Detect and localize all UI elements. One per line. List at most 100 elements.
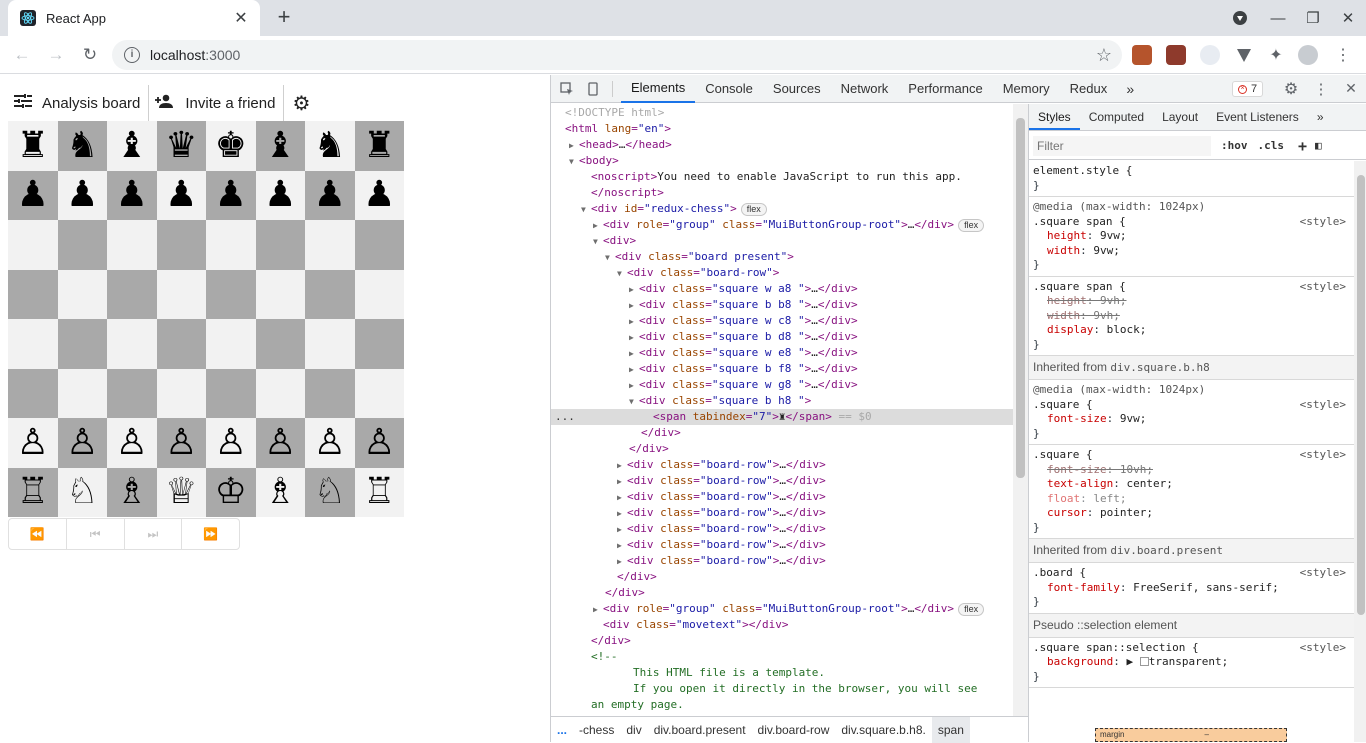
breadcrumb-item[interactable]: div.board.present <box>648 723 752 737</box>
dom-node[interactable]: ▼ <div id="redux-chess"> flex <box>551 201 1013 217</box>
square-a7[interactable]: ♟ <box>8 170 58 220</box>
dom-node[interactable]: ▶ <div role="group" class="MuiButtonGroup… <box>551 217 1013 233</box>
dom-node[interactable]: ▶ <div class="square b d8 ">…</div> <box>551 329 1013 345</box>
inspect-element-icon[interactable] <box>554 75 580 103</box>
dom-node[interactable]: </noscript> <box>551 185 1013 201</box>
dom-node[interactable]: ▶ <div class="square w g8 ">…</div> <box>551 377 1013 393</box>
square-e7[interactable]: ♟ <box>206 170 256 220</box>
dom-node[interactable]: <div class="movetext"></div> <box>551 617 1013 633</box>
tab-performance[interactable]: Performance <box>898 75 992 103</box>
error-count-badge[interactable]: × 7 <box>1232 81 1264 97</box>
class-toggle-button[interactable]: .cls <box>1258 139 1285 152</box>
dom-node[interactable]: ▶ <div class="board-row">…</div> <box>551 553 1013 569</box>
square-f1[interactable]: ♗ <box>255 467 305 517</box>
dom-node[interactable]: ▼ <div class="board present"> <box>551 249 1013 265</box>
dom-node[interactable]: ▼ <div> <box>551 233 1013 249</box>
device-toolbar-icon[interactable] <box>580 75 606 103</box>
dom-node[interactable]: an empty page. <box>551 697 1013 713</box>
square-a2[interactable]: ♙ <box>8 418 58 468</box>
elements-scrollbar[interactable] <box>1013 104 1028 716</box>
square-d2[interactable]: ♙ <box>156 418 206 468</box>
dom-node[interactable]: This HTML file is a template. <box>551 665 1013 681</box>
square-h8[interactable]: ♜ <box>354 121 404 171</box>
square-d5[interactable] <box>156 269 206 319</box>
style-origin-link[interactable]: <style> <box>1300 215 1346 230</box>
minimize-icon[interactable]: — <box>1260 0 1296 36</box>
breadcrumb-overflow-icon[interactable]: ... <box>551 723 573 737</box>
styles-filter-input[interactable] <box>1033 135 1211 156</box>
square-d1[interactable]: ♕ <box>156 467 206 517</box>
dom-node-selected[interactable]: ... <span tabindex="7">♜</span> == $0 <box>551 409 1013 425</box>
dom-node[interactable]: ▶ <div class="square w c8 ">…</div> <box>551 313 1013 329</box>
address-bar[interactable]: i localhost:3000 ☆ <box>112 40 1122 70</box>
prev-move-button[interactable]: ⏮ <box>67 519 125 549</box>
reload-icon[interactable]: ↻ <box>78 43 102 67</box>
analysis-board-button[interactable]: Analysis board <box>8 85 150 121</box>
last-move-button[interactable]: ⏩ <box>182 519 239 549</box>
square-d3[interactable] <box>156 368 206 418</box>
square-b7[interactable]: ♟ <box>57 170 107 220</box>
square-c1[interactable]: ♗ <box>107 467 157 517</box>
square-f4[interactable] <box>255 319 305 369</box>
square-c8[interactable]: ♝ <box>107 121 157 171</box>
dom-node[interactable]: ▼ <div class="square b h8 "> <box>551 393 1013 409</box>
square-c6[interactable] <box>107 220 157 270</box>
square-h1[interactable]: ♖ <box>354 467 404 517</box>
next-move-button[interactable]: ⏭ <box>125 519 183 549</box>
square-b3[interactable] <box>57 368 107 418</box>
extension-v-icon[interactable] <box>1234 45 1254 65</box>
square-g1[interactable]: ♘ <box>305 467 355 517</box>
style-origin-link[interactable]: <style> <box>1300 280 1346 295</box>
square-e2[interactable]: ♙ <box>206 418 256 468</box>
square-g4[interactable] <box>305 319 355 369</box>
styles-tab-event-listeners[interactable]: Event Listeners <box>1207 104 1308 130</box>
square-c7[interactable]: ♟ <box>107 170 157 220</box>
style-origin-link[interactable]: <style> <box>1300 398 1346 413</box>
square-f2[interactable]: ♙ <box>255 418 305 468</box>
extension-red-icon[interactable] <box>1166 45 1186 65</box>
square-c3[interactable] <box>107 368 157 418</box>
invite-friend-button[interactable]: Invite a friend <box>149 85 285 121</box>
dom-node[interactable]: <html lang="en"> <box>551 121 1013 137</box>
dom-node[interactable]: If you open it directly in the browser, … <box>551 681 1013 697</box>
square-a6[interactable] <box>8 220 58 270</box>
profile-avatar-icon[interactable] <box>1298 45 1318 65</box>
more-tabs-icon[interactable]: » <box>1117 75 1143 103</box>
square-e8[interactable]: ♚ <box>206 121 256 171</box>
site-info-icon[interactable]: i <box>124 47 140 63</box>
settings-gear-icon[interactable]: ⚙ <box>284 85 318 121</box>
dom-node[interactable]: ▶ <div class="square w e8 ">…</div> <box>551 345 1013 361</box>
dom-node[interactable]: </div> <box>551 585 1013 601</box>
dom-node[interactable]: ▶ <head>…</head> <box>551 137 1013 153</box>
square-a4[interactable] <box>8 319 58 369</box>
square-a1[interactable]: ♖ <box>8 467 58 517</box>
square-b4[interactable] <box>57 319 107 369</box>
square-c5[interactable] <box>107 269 157 319</box>
breadcrumb-item[interactable]: -chess <box>573 723 620 737</box>
tab-redux[interactable]: Redux <box>1060 75 1118 103</box>
dom-node[interactable]: </div> <box>551 425 1013 441</box>
dom-node[interactable]: </div> <box>551 633 1013 649</box>
breadcrumb-item[interactable]: div.square.b.h8. <box>835 723 932 737</box>
tab-network[interactable]: Network <box>831 75 899 103</box>
square-d8[interactable]: ♛ <box>156 121 206 171</box>
square-a3[interactable] <box>8 368 58 418</box>
square-e6[interactable] <box>206 220 256 270</box>
square-g7[interactable]: ♟ <box>305 170 355 220</box>
browser-tab[interactable]: React App ✕ <box>8 0 260 36</box>
square-e3[interactable] <box>206 368 256 418</box>
back-icon[interactable]: ← <box>10 43 34 67</box>
styles-more-tabs-icon[interactable]: » <box>1308 104 1333 130</box>
style-origin-link[interactable]: <style> <box>1300 641 1346 656</box>
square-g6[interactable] <box>305 220 355 270</box>
square-e5[interactable] <box>206 269 256 319</box>
square-h4[interactable] <box>354 319 404 369</box>
tab-sources[interactable]: Sources <box>763 75 831 103</box>
square-b2[interactable]: ♙ <box>57 418 107 468</box>
breadcrumb-item[interactable]: div.board-row <box>752 723 836 737</box>
dom-node[interactable]: </div> <box>551 441 1013 457</box>
tab-elements[interactable]: Elements <box>621 75 696 103</box>
toggle-sidebar-icon[interactable]: ◧ <box>1315 139 1322 152</box>
profile-menu-icon[interactable] <box>1222 0 1258 36</box>
styles-scrollbar[interactable] <box>1354 161 1366 742</box>
